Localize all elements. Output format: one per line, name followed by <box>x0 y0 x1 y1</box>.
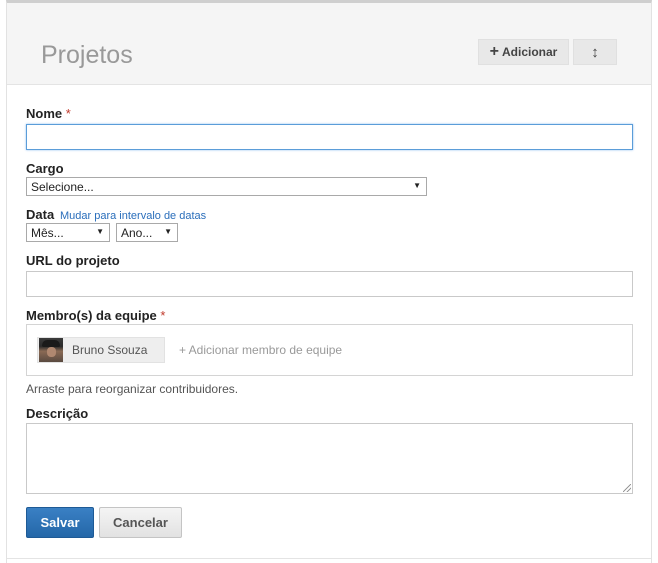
dropdown-arrow-icon: ▼ <box>96 227 104 236</box>
reorder-hint: Arraste para reorganizar contribuidores. <box>26 382 239 396</box>
members-label: Membro(s) da equipe * <box>26 308 166 323</box>
url-label: URL do projeto <box>26 253 120 268</box>
vertical-arrows-icon: ↕ <box>591 43 599 61</box>
dropdown-arrow-icon: ▼ <box>164 227 172 236</box>
year-select[interactable]: Ano... ▼ <box>116 223 178 242</box>
description-wrapper <box>26 423 633 494</box>
month-select-value: Mês... <box>31 225 64 240</box>
divider <box>7 558 651 559</box>
add-button-label: Adicionar <box>502 45 558 59</box>
reorder-button[interactable]: ↕ <box>573 39 617 65</box>
year-select-value: Ano... <box>121 225 153 240</box>
add-button[interactable]: + Adicionar <box>478 39 569 65</box>
required-mark: * <box>65 106 71 121</box>
role-select[interactable]: Selecione... ▼ <box>26 177 427 196</box>
save-button[interactable]: Salvar <box>26 507 94 538</box>
url-input[interactable] <box>26 271 633 297</box>
avatar <box>39 338 63 362</box>
member-chip[interactable]: Bruno Ssouza <box>37 337 165 363</box>
date-range-link[interactable]: Mudar para intervalo de datas <box>60 210 206 222</box>
add-member-input[interactable]: + Adicionar membro de equipe <box>179 343 342 357</box>
cancel-button[interactable]: Cancelar <box>99 507 182 538</box>
plus-icon: + <box>489 43 499 60</box>
page-title: Projetos <box>41 41 133 69</box>
description-label: Descrição <box>26 406 89 421</box>
date-label: Data <box>26 207 55 222</box>
required-mark: * <box>160 308 166 323</box>
panel-header: Projetos + Adicionar ↕ <box>7 3 651 85</box>
name-input[interactable] <box>26 124 633 150</box>
dropdown-arrow-icon: ▼ <box>413 181 421 190</box>
role-select-value: Selecione... <box>31 179 94 194</box>
resize-grip-icon[interactable] <box>623 484 631 492</box>
member-name: Bruno Ssouza <box>72 343 148 357</box>
name-label: Nome * <box>26 106 71 121</box>
month-select[interactable]: Mês... ▼ <box>26 223 110 242</box>
projects-panel: Projetos + Adicionar ↕ Nome * Cargo Sele… <box>6 0 652 563</box>
role-label: Cargo <box>26 161 64 176</box>
members-field[interactable]: Bruno Ssouza + Adicionar membro de equip… <box>26 324 633 376</box>
description-textarea[interactable] <box>26 423 633 494</box>
